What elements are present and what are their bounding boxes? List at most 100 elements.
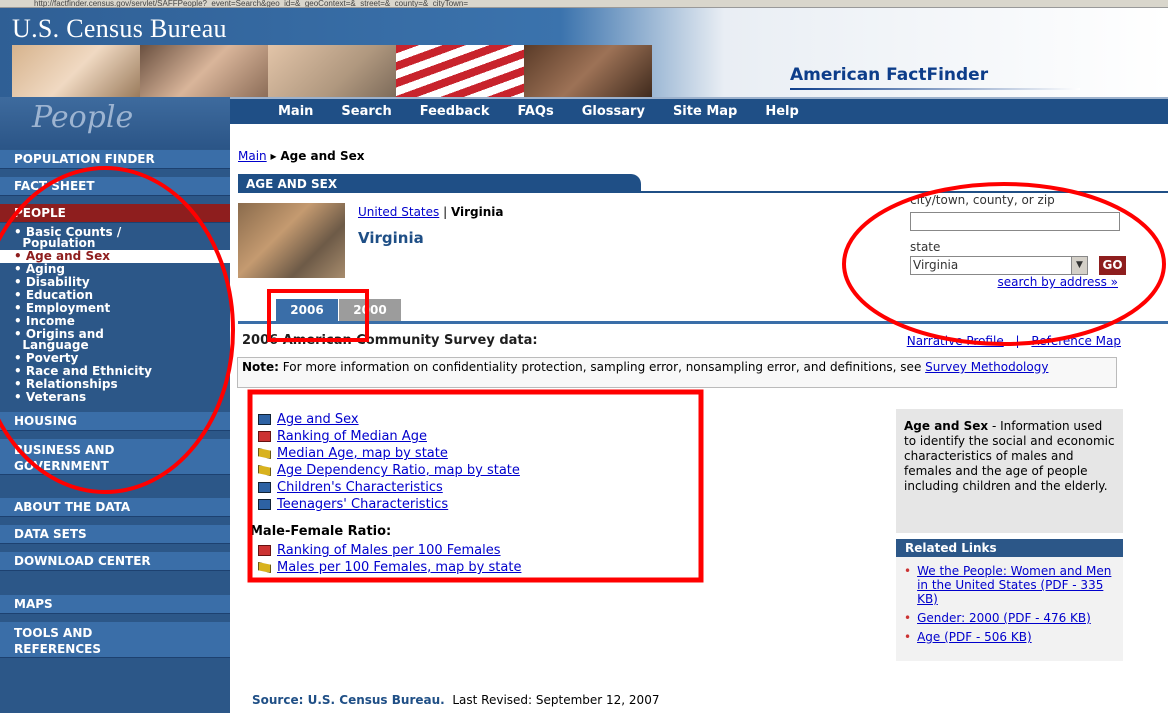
- ranking-icon: [258, 545, 271, 556]
- ranking-males-link[interactable]: Ranking of Males per 100 Females: [277, 543, 501, 558]
- bullet-icon: •: [904, 630, 912, 644]
- male-female-heading: Male-Female Ratio:: [250, 524, 392, 539]
- map-icon: [258, 562, 271, 573]
- banner-photo-flag: [396, 45, 524, 97]
- tab-2006[interactable]: 2006: [276, 299, 338, 321]
- ranking-median-age-link[interactable]: Ranking of Median Age: [277, 429, 427, 444]
- sidebar-item-veterans[interactable]: • Veterans: [0, 391, 230, 404]
- breadcrumb: Main ▸ Age and Sex: [238, 149, 364, 163]
- nav-glossary[interactable]: Glossary: [582, 104, 645, 119]
- map-icon: [258, 448, 271, 459]
- place-search: city/town, county, or zip state Virginia…: [910, 193, 1126, 293]
- list-item: Ranking of Males per 100 Females: [258, 542, 698, 559]
- survey-methodology-link[interactable]: Survey Methodology: [925, 360, 1048, 374]
- list-item: • We the People: Women and Men in the Uni…: [904, 564, 1117, 606]
- sidebar-about-the-data[interactable]: ABOUT THE DATA: [0, 498, 230, 517]
- year-tabs: 2006 2000: [276, 299, 402, 321]
- acs-links: Narrative Profile | Reference Map: [907, 334, 1121, 348]
- sidebar-business-government[interactable]: BUSINESS AND GOVERNMENT: [0, 439, 230, 475]
- banner-photo-child: [12, 45, 140, 97]
- sidebar-population-finder[interactable]: POPULATION FINDER: [0, 150, 230, 169]
- nav-help[interactable]: Help: [765, 104, 798, 119]
- family-photo: [238, 203, 345, 278]
- city-zip-label: city/town, county, or zip: [910, 193, 1055, 207]
- teenagers-characteristics-link[interactable]: Teenagers' Characteristics: [277, 497, 448, 512]
- section-title: AGE AND SEX: [238, 174, 641, 192]
- banner-photo-man: [268, 45, 396, 97]
- sidebar-item-origins[interactable]: • Origins and Language: [0, 328, 230, 352]
- breadcrumb-main-link[interactable]: Main: [238, 149, 267, 163]
- sidebar-maps[interactable]: MAPS: [0, 595, 230, 614]
- nav-faqs[interactable]: FAQs: [517, 104, 553, 119]
- geo-name: Virginia: [358, 229, 424, 247]
- age-dependency-map-link[interactable]: Age Dependency Ratio, map by state: [277, 463, 520, 478]
- dropdown-arrow-icon[interactable]: ▼: [1071, 257, 1087, 274]
- reference-map-link[interactable]: Reference Map: [1031, 334, 1121, 348]
- related-link-we-the-people[interactable]: We the People: Women and Men in the Unit…: [917, 564, 1117, 606]
- breadcrumb-current: Age and Sex: [280, 149, 365, 163]
- acs-heading: 2006 American Community Survey data:: [242, 333, 538, 348]
- state-select-value: Virginia: [913, 258, 959, 272]
- list-item: Median Age, map by state: [258, 445, 698, 462]
- description-title: Age and Sex: [904, 419, 989, 433]
- banner-photos: [12, 45, 652, 97]
- source-footer: Source: U.S. Census Bureau. Last Revised…: [252, 693, 659, 707]
- males-map-link[interactable]: Males per 100 Females, map by state: [277, 560, 521, 575]
- topic-description: Age and Sex - Information used to identi…: [896, 409, 1123, 533]
- people-script-logo: People: [32, 100, 134, 135]
- sidebar-download-center[interactable]: DOWNLOAD CENTER: [0, 552, 230, 571]
- sidebar-fact-sheet[interactable]: FACT SHEET: [0, 177, 230, 196]
- year-tabs-divider: [238, 321, 1168, 324]
- male-female-links: Ranking of Males per 100 Females Males p…: [258, 542, 698, 576]
- sidebar-data-sets[interactable]: DATA SETS: [0, 525, 230, 544]
- state-label: state: [910, 240, 941, 254]
- age-and-sex-link[interactable]: Age and Sex: [277, 412, 359, 427]
- sidebar-tools-references[interactable]: TOOLS AND REFERENCES: [0, 622, 230, 658]
- sidebar: POPULATION FINDER FACT SHEET PEOPLE • Ba…: [0, 149, 230, 713]
- note-text: For more information on confidentiality …: [278, 360, 926, 374]
- table-icon: [258, 482, 271, 493]
- city-zip-input[interactable]: [910, 212, 1120, 231]
- note-label: Note:: [242, 360, 279, 374]
- main-nav: Main Search Feedback FAQs Glossary Site …: [230, 97, 1168, 124]
- last-revised: Last Revised: September 12, 2007: [452, 693, 660, 707]
- map-icon: [258, 465, 271, 476]
- american-factfinder-logo[interactable]: American FactFinder: [790, 65, 988, 85]
- tab-2000[interactable]: 2000: [339, 299, 401, 321]
- nav-search[interactable]: Search: [341, 104, 391, 119]
- nav-site-map[interactable]: Site Map: [673, 104, 737, 119]
- banner-photo-smiling-man: [524, 45, 652, 97]
- childrens-characteristics-link[interactable]: Children's Characteristics: [277, 480, 443, 495]
- sidebar-item-basic-counts[interactable]: • Basic Counts / Population: [0, 226, 230, 250]
- median-age-map-link[interactable]: Median Age, map by state: [277, 446, 448, 461]
- related-link-age[interactable]: Age (PDF - 506 KB): [917, 630, 1032, 644]
- nav-feedback[interactable]: Feedback: [420, 104, 490, 119]
- factfinder-swoosh: [790, 88, 1080, 90]
- bullet-icon: •: [904, 564, 912, 578]
- nav-main[interactable]: Main: [278, 104, 313, 119]
- list-item: Children's Characteristics: [258, 479, 698, 496]
- list-item: • Gender: 2000 (PDF - 476 KB): [904, 611, 1117, 625]
- address-bar[interactable]: http://factfinder.census.gov/servlet/SAF…: [0, 0, 1168, 8]
- people-section-banner: People: [0, 97, 230, 149]
- related-links: • We the People: Women and Men in the Uni…: [896, 557, 1123, 661]
- acs-links-separator: |: [1015, 334, 1020, 348]
- go-button[interactable]: GO: [1099, 256, 1126, 275]
- list-item: Teenagers' Characteristics: [258, 496, 698, 513]
- source-label: Source: U.S. Census Bureau.: [252, 693, 445, 707]
- geo-us-link[interactable]: United States: [358, 205, 439, 219]
- related-link-gender[interactable]: Gender: 2000 (PDF - 476 KB): [917, 611, 1091, 625]
- list-item: • Age (PDF - 506 KB): [904, 630, 1117, 644]
- search-by-address-link[interactable]: search by address »: [997, 275, 1118, 289]
- main-content: Main ▸ Age and Sex AGE AND SEX United St…: [237, 149, 1168, 713]
- list-item: Age and Sex: [258, 411, 698, 428]
- table-icon: [258, 499, 271, 510]
- state-select[interactable]: Virginia ▼: [910, 256, 1088, 275]
- sidebar-housing[interactable]: HOUSING: [0, 412, 230, 431]
- narrative-profile-link[interactable]: Narrative Profile: [907, 334, 1004, 348]
- sidebar-people[interactable]: PEOPLE: [0, 204, 230, 223]
- site-banner: U.S. Census Bureau American FactFinder: [0, 8, 1168, 97]
- geo-separator: |: [439, 205, 451, 219]
- ranking-icon: [258, 431, 271, 442]
- list-item: Males per 100 Females, map by state: [258, 559, 698, 576]
